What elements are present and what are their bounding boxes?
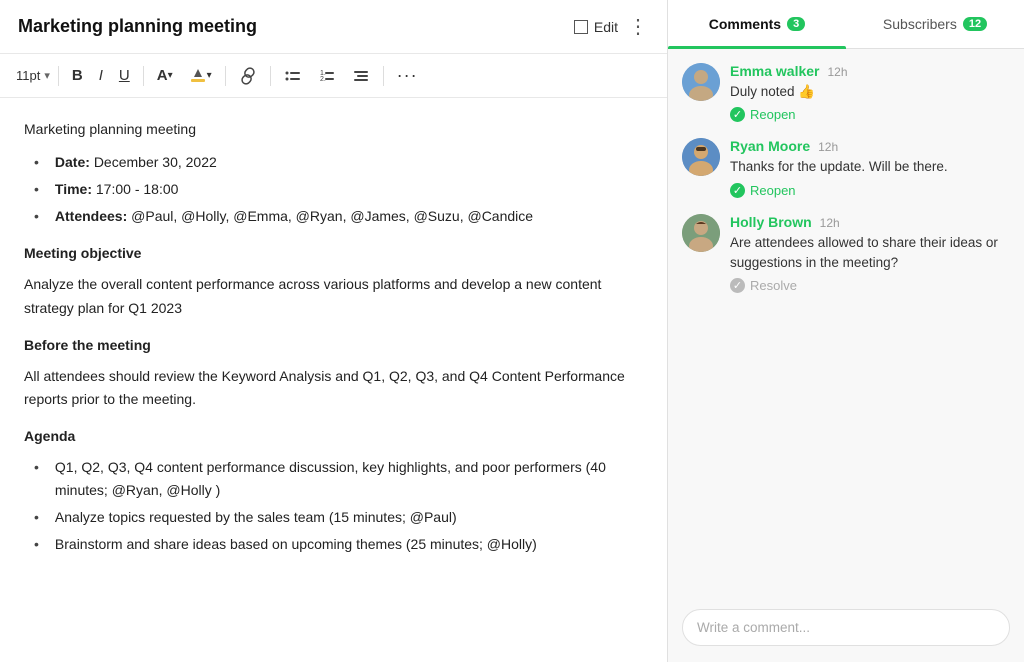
agenda-item-1: Q1, Q2, Q3, Q4 content performance discu…: [34, 456, 643, 502]
edit-button[interactable]: Edit: [574, 19, 618, 35]
comment-action-holly[interactable]: ✓ Resolve: [730, 278, 1010, 293]
comments-list: Emma walker 12h Duly noted 👍 ✓ Reopen: [668, 49, 1024, 599]
svg-text:2.: 2.: [320, 76, 326, 83]
comment-ryan: Ryan Moore 12h Thanks for the update. Wi…: [682, 138, 1010, 197]
toolbar-divider-5: [383, 66, 384, 86]
tab-subscribers-label: Subscribers: [883, 16, 957, 32]
comment-emma: Emma walker 12h Duly noted 👍 ✓ Reopen: [682, 63, 1010, 122]
font-size-value: 11pt: [16, 68, 40, 83]
resolve-icon-holly: ✓: [730, 278, 745, 293]
indent-list-icon: [352, 67, 370, 85]
comments-panel: Comments 3 Subscribers 12 Emma walker 12…: [668, 0, 1024, 662]
comment-body-holly: Holly Brown 12h Are attendees allowed to…: [730, 214, 1010, 294]
section-heading-agenda: Agenda: [24, 425, 643, 448]
header-actions: Edit ⋮: [574, 14, 649, 39]
bullet-attendees-value: @Paul, @Holly, @Emma, @Ryan, @James, @Su…: [131, 208, 533, 224]
comment-time-emma: 12h: [828, 65, 848, 79]
section-heading-before: Before the meeting: [24, 334, 643, 357]
bullet-attendees: Attendees: @Paul, @Holly, @Emma, @Ryan, …: [34, 205, 643, 228]
document-header: Marketing planning meeting Edit ⋮: [0, 0, 667, 54]
reopen-label-emma: Reopen: [750, 107, 796, 122]
comment-input-area: [668, 599, 1024, 662]
panel-tabs: Comments 3 Subscribers 12: [668, 0, 1024, 49]
agenda-item-3: Brainstorm and share ideas based on upco…: [34, 533, 643, 556]
tab-comments-label: Comments: [709, 16, 781, 32]
bullet-time-label: Time:: [55, 181, 92, 197]
font-color-chevron: ▾: [168, 70, 173, 81]
avatar-ryan: [682, 138, 720, 176]
bullet-date: Date: December 30, 2022: [34, 151, 643, 174]
reopen-label-ryan: Reopen: [750, 183, 796, 198]
thumbs-up-emoji: 👍: [798, 84, 815, 99]
tab-subscribers[interactable]: Subscribers 12: [846, 0, 1024, 48]
tab-subscribers-badge: 12: [963, 17, 987, 31]
font-color-label: A: [157, 67, 168, 84]
italic-button[interactable]: I: [94, 64, 108, 87]
comment-action-ryan[interactable]: ✓ Reopen: [730, 183, 1010, 198]
document-title: Marketing planning meeting: [18, 16, 257, 37]
comment-body-emma: Emma walker 12h Duly noted 👍 ✓ Reopen: [730, 63, 1010, 122]
bullet-attendees-label: Attendees:: [55, 208, 127, 224]
reopen-icon-ryan: ✓: [730, 183, 745, 198]
comment-time-ryan: 12h: [818, 140, 838, 154]
content-bullets-list: Date: December 30, 2022 Time: 17:00 - 18…: [24, 151, 643, 228]
reopen-icon-emma: ✓: [730, 107, 745, 122]
numbered-list-icon: 1. 2.: [318, 67, 336, 85]
tab-comments-badge: 3: [787, 17, 805, 31]
toolbar-divider-4: [270, 66, 271, 86]
agenda-item-2: Analyze topics requested by the sales te…: [34, 506, 643, 529]
resolve-label-holly: Resolve: [750, 278, 797, 293]
edit-label: Edit: [594, 19, 618, 35]
agenda-list: Q1, Q2, Q3, Q4 content performance discu…: [24, 456, 643, 556]
document-content: Marketing planning meeting Date: Decembe…: [0, 98, 667, 662]
highlight-button[interactable]: ▾: [184, 64, 217, 88]
comment-body-ryan: Ryan Moore 12h Thanks for the update. Wi…: [730, 138, 1010, 197]
bullet-list-button[interactable]: [279, 64, 307, 88]
section-before-text: All attendees should review the Keyword …: [24, 365, 643, 411]
comment-author-ryan: Ryan Moore: [730, 138, 810, 154]
bullet-time-value: 17:00 - 18:00: [96, 181, 179, 197]
comment-text-emma: Duly noted 👍: [730, 82, 1010, 102]
bullet-list-icon: [284, 67, 302, 85]
avatar-emma: [682, 63, 720, 101]
bullet-date-label: Date:: [55, 154, 90, 170]
more-options-icon[interactable]: ⋮: [628, 14, 649, 39]
bold-button[interactable]: B: [67, 64, 88, 87]
formatting-toolbar: 11pt ▾ B I U A ▾ ▾: [0, 54, 667, 98]
font-color-button[interactable]: A ▾: [152, 64, 178, 87]
comment-author-emma: Emma walker: [730, 63, 820, 79]
tab-comments[interactable]: Comments 3: [668, 0, 846, 48]
edit-checkbox-icon: [574, 20, 588, 34]
link-button[interactable]: [234, 64, 262, 88]
numbered-list-button[interactable]: 1. 2.: [313, 64, 341, 88]
comment-author-holly: Holly Brown: [730, 214, 812, 230]
comment-text-holly: Are attendees allowed to share their ide…: [730, 233, 1010, 274]
indent-list-button[interactable]: [347, 64, 375, 88]
toolbar-divider-1: [58, 66, 59, 86]
font-size-chevron-icon: ▾: [44, 69, 50, 82]
more-formatting-button[interactable]: ···: [392, 62, 423, 89]
comment-time-holly: 12h: [820, 216, 840, 230]
document-panel: Marketing planning meeting Edit ⋮ 11pt ▾…: [0, 0, 668, 662]
font-size-selector[interactable]: 11pt ▾: [16, 68, 50, 83]
link-icon: [239, 67, 257, 85]
section-heading-objective: Meeting objective: [24, 242, 643, 265]
underline-button[interactable]: U: [114, 64, 135, 87]
section-objective-text: Analyze the overall content performance …: [24, 273, 643, 319]
toolbar-divider-3: [225, 66, 226, 86]
toolbar-divider-2: [143, 66, 144, 86]
comment-text-ryan: Thanks for the update. Will be there.: [730, 157, 1010, 177]
bullet-time: Time: 17:00 - 18:00: [34, 178, 643, 201]
content-main-title: Marketing planning meeting: [24, 118, 643, 141]
comment-input[interactable]: [682, 609, 1010, 646]
bullet-date-value: December 30, 2022: [94, 154, 217, 170]
comment-action-emma[interactable]: ✓ Reopen: [730, 107, 1010, 122]
avatar-holly: [682, 214, 720, 252]
highlight-icon: [189, 67, 207, 85]
comment-holly: Holly Brown 12h Are attendees allowed to…: [682, 214, 1010, 294]
